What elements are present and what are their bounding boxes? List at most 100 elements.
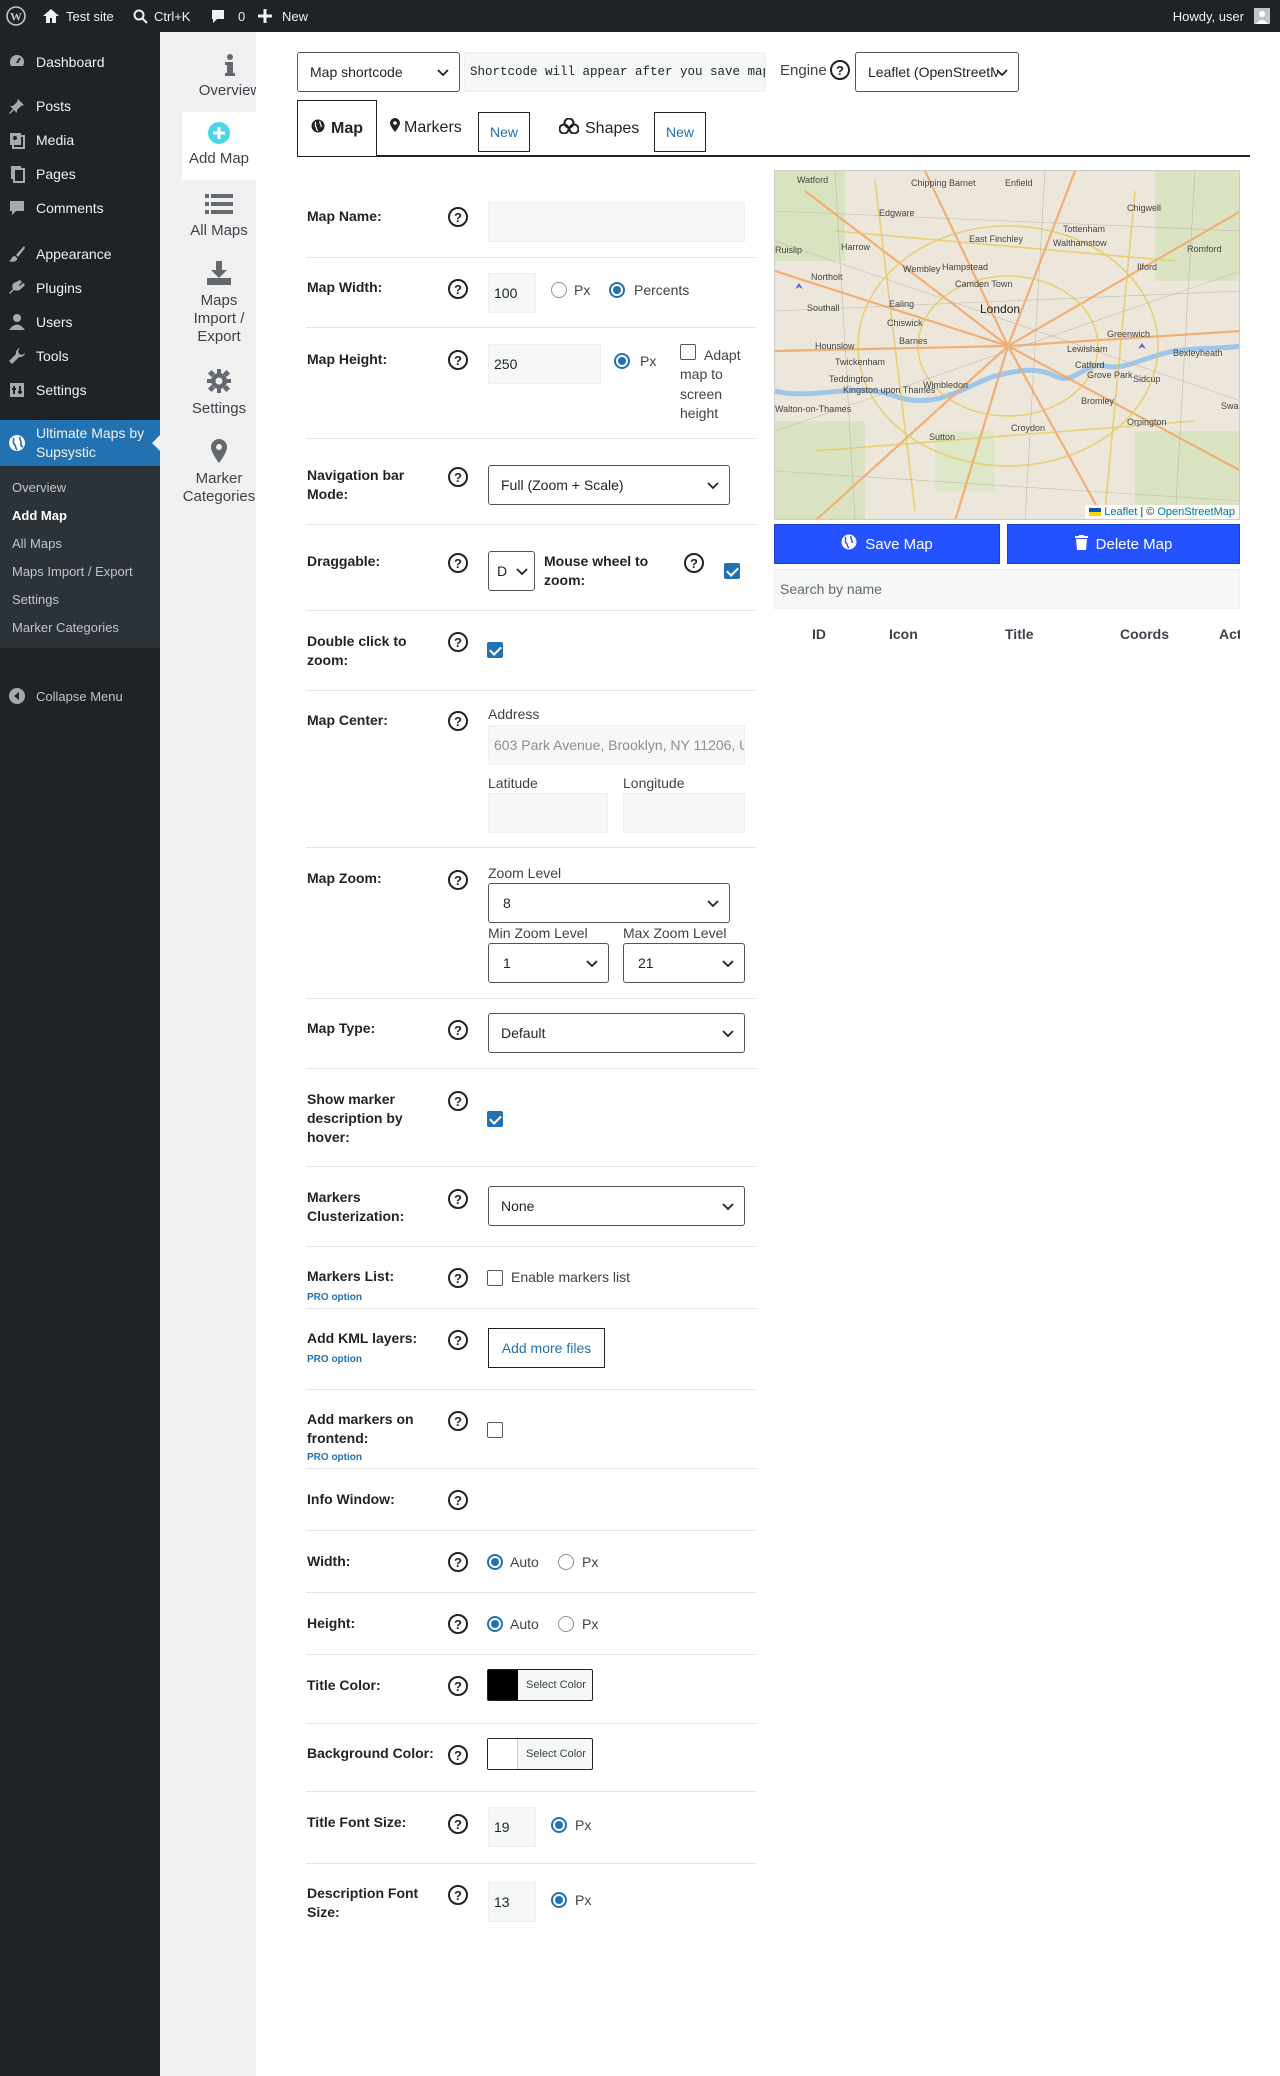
submenu-overview[interactable]: Overview: [12, 480, 66, 495]
comments-link[interactable]: 0: [210, 0, 245, 32]
help-icon[interactable]: ?: [448, 1330, 468, 1350]
sidebar-item-ultimate-maps[interactable]: Ultimate Maps by Supsystic: [0, 420, 160, 466]
height-px-radio[interactable]: [614, 353, 630, 369]
map-preview[interactable]: Watford Chipping Barnet Enfield Chigwell Edg…: [774, 170, 1240, 520]
col-coords[interactable]: Coords: [1120, 626, 1169, 642]
help-icon[interactable]: ?: [448, 1885, 468, 1905]
plugin-nav-import-export[interactable]: Maps Import / Export: [182, 260, 256, 380]
submenu-all-maps[interactable]: All Maps: [12, 536, 62, 551]
sidebar-item-plugins[interactable]: Plugins: [0, 270, 160, 306]
help-icon[interactable]: ?: [448, 870, 468, 890]
iw-width-px-radio[interactable]: [558, 1554, 574, 1570]
sidebar-item-posts[interactable]: Posts: [0, 88, 160, 124]
help-icon[interactable]: ?: [448, 632, 468, 652]
iw-height-px-radio[interactable]: [558, 1616, 574, 1632]
help-icon[interactable]: ?: [830, 60, 850, 80]
sidebar-item-dashboard[interactable]: Dashboard: [0, 44, 160, 80]
tab-markers[interactable]: Markers: [390, 118, 462, 137]
frontend-checkbox[interactable]: [487, 1422, 503, 1438]
help-icon[interactable]: ?: [448, 1614, 468, 1634]
min-zoom-select[interactable]: 1: [488, 943, 609, 983]
help-icon[interactable]: ?: [448, 1268, 468, 1288]
bg-color-button[interactable]: Select Color: [487, 1738, 593, 1770]
my-account-link[interactable]: Howdy, user: [1173, 0, 1270, 32]
sidebar-item-users[interactable]: Users: [0, 304, 160, 340]
plugin-nav-settings[interactable]: Settings: [182, 368, 256, 438]
hover-desc-checkbox[interactable]: [487, 1111, 503, 1127]
help-icon[interactable]: ?: [448, 350, 468, 370]
map-type-select[interactable]: Default: [488, 1013, 745, 1053]
submenu-settings[interactable]: Settings: [12, 592, 59, 607]
engine-select[interactable]: Leaflet (OpenStreetMap): [855, 52, 1019, 92]
cluster-select[interactable]: None: [488, 1186, 745, 1226]
pro-option-link[interactable]: PRO option: [307, 1354, 362, 1365]
help-icon[interactable]: ?: [448, 1490, 468, 1510]
command-palette-link[interactable]: Ctrl+K: [133, 0, 190, 32]
help-icon[interactable]: ?: [448, 1189, 468, 1209]
map-width-input[interactable]: 100: [488, 273, 536, 313]
plugin-nav-marker-categories[interactable]: Marker Categories: [182, 438, 256, 528]
new-content-link[interactable]: New: [258, 0, 308, 32]
draggable-select[interactable]: D: [488, 551, 535, 591]
shortcode-select[interactable]: Map shortcode: [297, 52, 460, 92]
save-map-button[interactable]: Save Map: [774, 524, 1000, 564]
sidebar-item-tools[interactable]: Tools: [0, 338, 160, 374]
submenu-add-map[interactable]: Add Map: [12, 508, 67, 523]
max-zoom-select[interactable]: 21: [623, 943, 745, 983]
help-icon[interactable]: ?: [448, 1552, 468, 1572]
map-name-input[interactable]: [488, 202, 745, 242]
sidebar-item-settings[interactable]: Settings: [0, 372, 160, 408]
pro-option-link[interactable]: PRO option: [307, 1292, 362, 1303]
sidebar-item-pages[interactable]: Pages: [0, 156, 160, 192]
iw-width-auto-radio[interactable]: [487, 1554, 503, 1570]
plugin-nav-add-map[interactable]: Add Map: [182, 112, 256, 180]
new-shape-button[interactable]: New: [654, 112, 706, 152]
help-icon[interactable]: ?: [448, 279, 468, 299]
width-percents-radio[interactable]: [609, 282, 625, 298]
delete-map-button[interactable]: Delete Map: [1007, 524, 1240, 564]
desc-font-px-radio[interactable]: [551, 1892, 567, 1908]
latitude-input[interactable]: [488, 793, 608, 833]
help-icon[interactable]: ?: [448, 553, 468, 573]
markers-search-input[interactable]: Search by name: [774, 569, 1240, 609]
sidebar-item-appearance[interactable]: Appearance: [0, 236, 160, 272]
longitude-input[interactable]: [623, 793, 745, 833]
mouse-wheel-checkbox[interactable]: [724, 563, 740, 579]
collapse-menu-button[interactable]: Collapse Menu: [0, 668, 160, 724]
title-font-input[interactable]: 19: [488, 1807, 536, 1847]
sidebar-item-comments[interactable]: Comments: [0, 190, 160, 226]
help-icon[interactable]: ?: [448, 1814, 468, 1834]
nav-mode-select[interactable]: Full (Zoom + Scale): [488, 465, 730, 505]
help-icon[interactable]: ?: [448, 1411, 468, 1431]
help-icon[interactable]: ?: [448, 467, 468, 487]
title-color-button[interactable]: Select Color: [487, 1669, 593, 1701]
sidebar-item-media[interactable]: Media: [0, 122, 160, 158]
submenu-import-export[interactable]: Maps Import / Export: [12, 564, 133, 579]
wordpress-logo-icon[interactable]: W: [6, 0, 26, 32]
add-kml-files-button[interactable]: Add more files: [488, 1328, 605, 1368]
help-icon[interactable]: ?: [448, 207, 468, 227]
leaflet-link[interactable]: Leaflet: [1104, 506, 1137, 518]
help-icon[interactable]: ?: [448, 1020, 468, 1040]
width-px-radio[interactable]: [551, 282, 567, 298]
iw-height-auto-radio[interactable]: [487, 1616, 503, 1632]
pro-option-link[interactable]: PRO option: [307, 1452, 362, 1463]
dblclick-checkbox[interactable]: [487, 642, 503, 658]
desc-font-input[interactable]: 13: [488, 1882, 536, 1922]
help-icon[interactable]: ?: [448, 1745, 468, 1765]
submenu-marker-categories[interactable]: Marker Categories: [12, 620, 119, 635]
col-icon[interactable]: Icon: [889, 626, 918, 642]
col-actions[interactable]: Act: [1219, 626, 1240, 642]
plugin-nav-all-maps[interactable]: All Maps: [182, 192, 256, 262]
tab-map[interactable]: Map: [297, 100, 377, 156]
help-icon[interactable]: ?: [448, 1091, 468, 1111]
shortcode-field[interactable]: Shortcode will appear after you save map…: [464, 52, 766, 92]
col-title[interactable]: Title: [1005, 626, 1034, 642]
zoom-level-select[interactable]: 8: [488, 883, 730, 923]
osm-link[interactable]: OpenStreetMap: [1157, 506, 1235, 518]
tab-shapes[interactable]: Shapes: [558, 117, 639, 139]
help-icon[interactable]: ?: [448, 1676, 468, 1696]
col-id[interactable]: ID: [812, 626, 826, 642]
address-input[interactable]: 603 Park Avenue, Brooklyn, NY 11206, USA: [488, 725, 745, 765]
map-height-input[interactable]: 250: [488, 344, 601, 384]
